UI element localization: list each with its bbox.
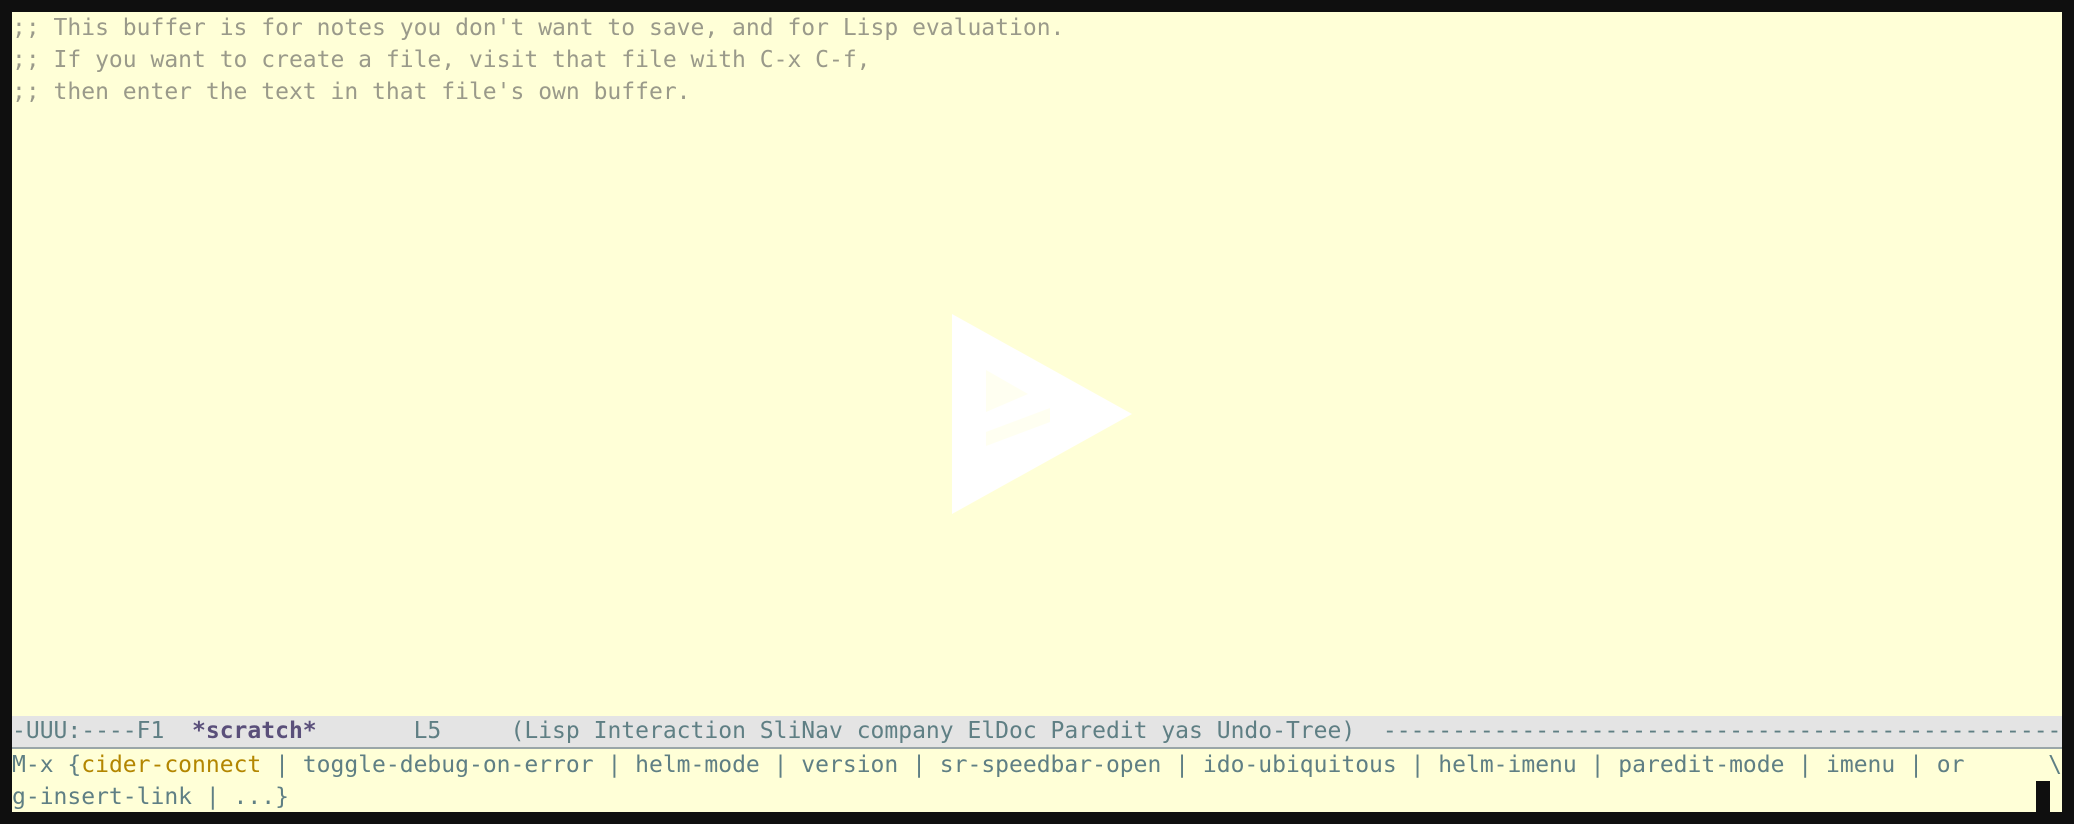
modeline-dashes: ----------------------------------------… [1382,718,2062,744]
buffer-line-3: ;; then enter the text in that file's ow… [12,79,691,105]
buffer-line-1: ;; This buffer is for notes you don't wa… [12,15,1065,41]
line-continuation-mark: \ [2048,752,2062,778]
minibuffer-line-1: M-x {cider-connect | toggle-debug-on-err… [12,749,2046,781]
modeline-line-position: L5 [316,718,511,744]
modeline-status: -UUU:----F1 [12,718,193,744]
candidate-list[interactable]: | toggle-debug-on-error | helm-mode | ve… [261,752,1964,778]
mode-line: -UUU:----F1 *scratch* L5 (Lisp Interacti… [12,716,2062,749]
candidate-selected[interactable]: cider-connect [81,752,261,778]
modeline-major-minor-modes[interactable]: (Lisp Interaction SliNav company ElDoc P… [511,718,1356,744]
scratch-buffer[interactable]: ;; This buffer is for notes you don't wa… [12,12,2062,716]
modeline-buffer-name[interactable]: *scratch* [192,718,317,744]
minibuffer[interactable]: M-x {cider-connect | toggle-debug-on-err… [12,749,2062,812]
emacs-frame: ;; This buffer is for notes you don't wa… [12,12,2062,812]
minibuffer-line-2: g-insert-link | ...} [12,784,289,810]
mx-prompt: M-x { [12,752,82,778]
emacs-play-logo-icon [952,314,1132,514]
text-cursor [2036,781,2050,812]
buffer-line-2: ;; If you want to create a file, visit t… [12,47,871,73]
